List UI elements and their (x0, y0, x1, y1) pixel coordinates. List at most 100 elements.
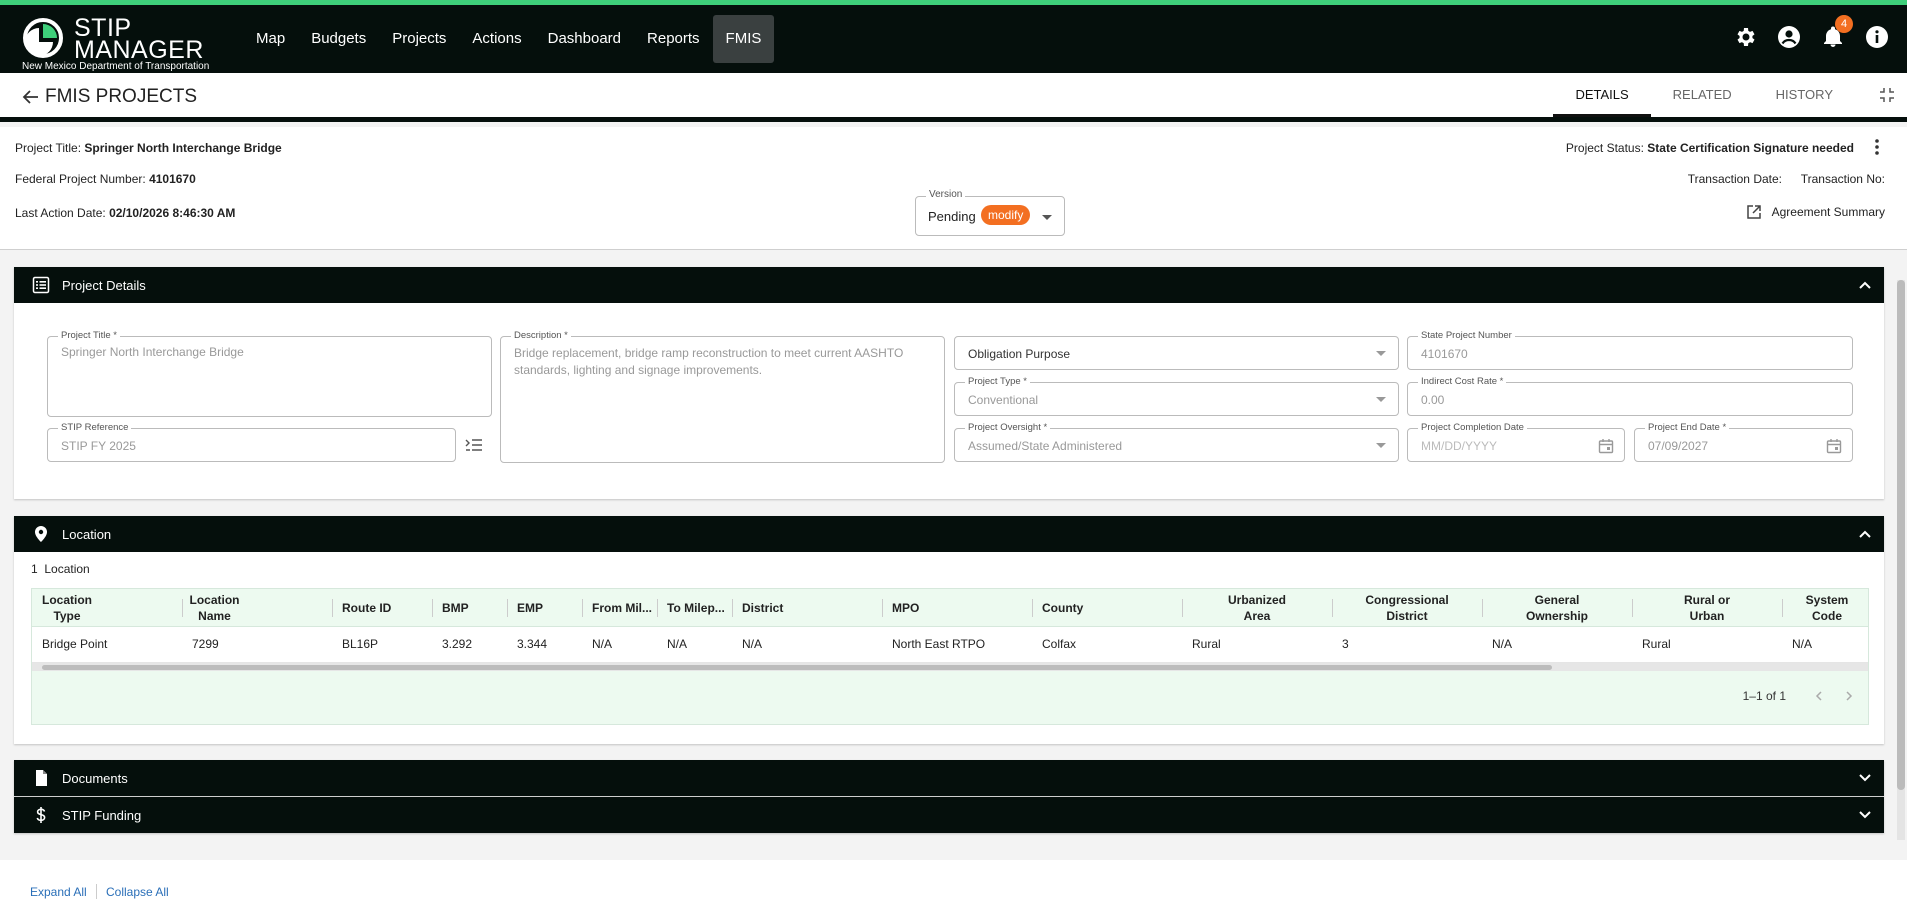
nav-item-dashboard[interactable]: Dashboard (535, 15, 634, 63)
project-type-select[interactable]: Project Type * Conventional (954, 376, 1399, 416)
chevron-up-icon[interactable] (1858, 278, 1872, 292)
documents-header[interactable]: Documents (14, 760, 1884, 796)
project-oversight-label: Project Oversight * (965, 422, 1051, 433)
agreement-summary-link[interactable]: Agreement Summary (1746, 204, 1885, 220)
column-header-mpo[interactable]: MPO (892, 600, 919, 616)
project-completion-date-field[interactable]: Project Completion Date MM/DD/YYYY (1407, 422, 1625, 462)
project-oversight-select[interactable]: Project Oversight * Assumed/State Admini… (954, 422, 1399, 462)
cell-location-name: 7299 (192, 637, 219, 651)
indirect-cost-rate-value: 0.00 (1421, 393, 1445, 407)
app-logo[interactable]: STIP MANAGER New Mexico Department of Tr… (22, 13, 222, 73)
header-federal-number: Federal Project Number: 4101670 (15, 172, 196, 186)
column-header-district[interactable]: District (742, 600, 783, 616)
project-title-label: Project Title * (58, 330, 120, 341)
header-last-action: Last Action Date: 02/10/2026 8:46:30 AM (15, 206, 236, 220)
logo-subtitle: New Mexico Department of Transportation (22, 61, 210, 72)
nav-item-fmis[interactable]: FMIS (712, 15, 775, 63)
cell-rural-or-urban: Rural (1642, 637, 1671, 651)
gear-icon[interactable] (1733, 25, 1757, 49)
completion-date-label: Project Completion Date (1418, 422, 1527, 433)
project-title-field[interactable]: Project Title * Springer North Interchan… (47, 330, 492, 417)
expand-all-link[interactable]: Expand All (30, 885, 87, 899)
column-header-congressional-district[interactable]: Congressional District (1332, 592, 1482, 624)
arrow-back-icon[interactable] (22, 88, 40, 106)
chevron-down-icon[interactable] (1858, 808, 1872, 822)
project-details-panel: Project Details Project Title * Springer… (14, 267, 1884, 499)
stip-funding-header[interactable]: STIP Funding (14, 797, 1884, 833)
account-circle-icon[interactable] (1777, 25, 1801, 49)
location-panel: Location 1 Location Location Type Locatio… (14, 516, 1884, 744)
stip-reference-field[interactable]: STIP Reference STIP FY 2025 (47, 422, 456, 462)
header-project-title: Project Title: Springer North Interchang… (15, 141, 282, 155)
project-details-title: Project Details (62, 277, 146, 293)
cell-county: Colfax (1042, 637, 1077, 651)
project-oversight-value: Assumed/State Administered (968, 439, 1123, 453)
collapse-all-link[interactable]: Collapse All (106, 885, 169, 899)
chevron-up-icon[interactable] (1858, 527, 1872, 541)
content-area: Project Details Project Title * Springer… (0, 250, 1907, 860)
project-type-label: Project Type * (965, 376, 1030, 387)
notification-badge: 4 (1835, 15, 1853, 33)
column-header-from-milepost[interactable]: From Mil... (592, 600, 652, 616)
logo-title: STIP MANAGER (74, 14, 204, 64)
format-list-icon[interactable] (465, 437, 483, 453)
location-header[interactable]: Location (14, 516, 1884, 552)
chevron-right-icon[interactable] (1843, 690, 1855, 702)
version-select[interactable]: Version Pending modify (915, 189, 1065, 236)
table-row[interactable]: Bridge Point 7299 BL16P 3.292 3.344 N/A … (32, 627, 1868, 663)
nav-item-projects[interactable]: Projects (379, 15, 459, 63)
column-header-to-milepost[interactable]: To Milep... (667, 600, 725, 616)
tab-details[interactable]: DETAILS (1553, 73, 1651, 117)
column-header-county[interactable]: County (1042, 600, 1083, 616)
column-header-location-type[interactable]: Location Type (32, 592, 102, 624)
cell-location-type: Bridge Point (42, 637, 108, 651)
obligation-purpose-value: Obligation Purpose (968, 347, 1071, 361)
cell-general-ownership: N/A (1492, 637, 1513, 651)
tab-history[interactable]: HISTORY (1754, 73, 1855, 117)
nav-item-map[interactable]: Map (243, 15, 298, 63)
documents-title: Documents (62, 770, 128, 786)
page-scroll-thumb[interactable] (1897, 280, 1905, 790)
location-title: Location (62, 526, 112, 542)
fullscreen-exit-icon[interactable] (1879, 87, 1895, 103)
table-scroll-thumb[interactable] (42, 665, 1552, 670)
modify-badge: modify (981, 205, 1031, 225)
column-header-rural-or-urban[interactable]: Rural or Urban (1632, 592, 1782, 624)
column-header-bmp[interactable]: BMP (442, 600, 469, 616)
pagination-label: 1–1 of 1 (1742, 689, 1786, 703)
state-project-number-field[interactable]: State Project Number 4101670 (1407, 330, 1853, 370)
description-field[interactable]: Description * Bridge replacement, bridge… (500, 330, 945, 463)
nav-item-budgets[interactable]: Budgets (298, 15, 379, 63)
tab-related[interactable]: RELATED (1651, 73, 1754, 117)
calendar-icon[interactable] (1826, 438, 1842, 454)
calendar-icon[interactable] (1598, 438, 1614, 454)
stip-reference-value: STIP FY 2025 (61, 439, 136, 453)
chevron-down-icon (1376, 397, 1386, 402)
column-header-urbanized-area[interactable]: Urbanized Area (1182, 592, 1332, 624)
state-project-number-label: State Project Number (1418, 330, 1515, 341)
project-title-value: Springer North Interchange Bridge (61, 345, 244, 359)
detail-tabs: DETAILS RELATED HISTORY (1553, 73, 1855, 117)
stip-funding-title: STIP Funding (62, 807, 142, 823)
column-header-system-code[interactable]: System Code (1782, 592, 1872, 624)
more-vert-icon[interactable] (1867, 137, 1887, 157)
chevron-down-icon[interactable] (1858, 771, 1872, 785)
column-header-route-id[interactable]: Route ID (342, 600, 391, 616)
top-icons: 4 (1733, 15, 1889, 49)
indirect-cost-rate-field[interactable]: Indirect Cost Rate * 0.00 (1407, 376, 1853, 416)
project-end-date-field[interactable]: Project End Date * 07/09/2027 (1634, 422, 1853, 462)
notifications-button[interactable]: 4 (1821, 15, 1853, 49)
column-header-location-name[interactable]: Location Name (182, 592, 247, 624)
project-details-header[interactable]: Project Details (14, 267, 1884, 303)
column-header-general-ownership[interactable]: General Ownership (1482, 592, 1632, 624)
obligation-purpose-select[interactable]: Obligation Purpose (954, 336, 1399, 370)
end-date-label: Project End Date * (1645, 422, 1730, 433)
info-icon[interactable] (1865, 25, 1889, 49)
chevron-left-icon[interactable] (1813, 690, 1825, 702)
column-header-emp[interactable]: EMP (517, 600, 543, 616)
stip-reference-label: STIP Reference (58, 422, 132, 433)
nav-item-reports[interactable]: Reports (634, 15, 713, 63)
location-count: 1 Location (31, 562, 90, 576)
nav-item-actions[interactable]: Actions (459, 15, 534, 63)
project-header-info: Project Title: Springer North Interchang… (0, 127, 1907, 250)
